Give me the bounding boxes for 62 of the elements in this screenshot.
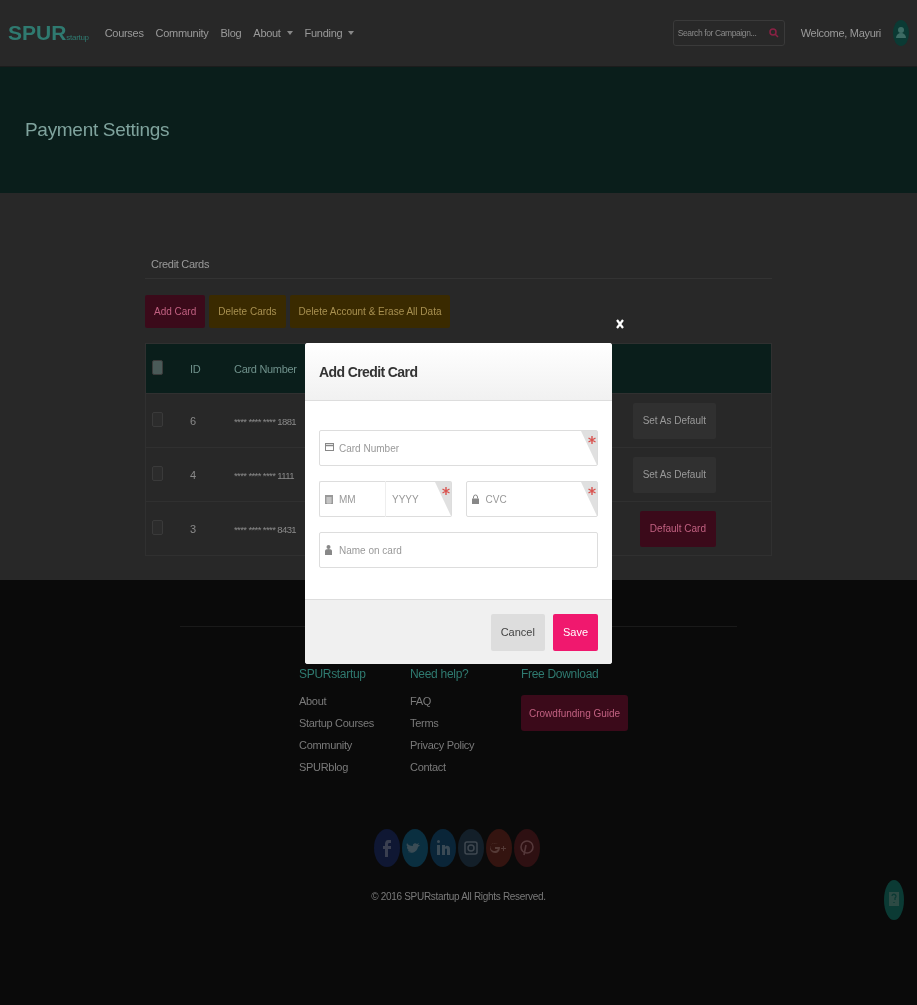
footer-link[interactable]: Terms (410, 717, 439, 729)
nav-link[interactable]: Funding (304, 27, 355, 39)
table-cell: 4 (190, 468, 196, 481)
card-number-field[interactable]: Card Number (319, 430, 598, 466)
guide-button[interactable]: Crowdfunding Guide (521, 695, 629, 731)
default-button[interactable]: Set As Default (632, 456, 716, 493)
footer-link[interactable]: Privacy Policy (410, 739, 475, 751)
close-icon[interactable] (616, 319, 624, 329)
facebook-icon[interactable] (373, 829, 400, 867)
welcome-text[interactable]: Welcome, Mayuri (800, 27, 881, 39)
year-field[interactable]: YYYY (385, 481, 452, 517)
checkbox[interactable] (152, 360, 163, 375)
copyright-text: © 2016 SPURstartup All Rights Reserved. (370, 891, 547, 902)
help-icon[interactable] (884, 880, 904, 920)
table-cell: **** **** **** 8431 (234, 523, 297, 535)
cvc-field[interactable]: CVC (465, 481, 598, 517)
caret-icon (348, 31, 355, 35)
action-button[interactable]: Delete Account & Erase All Data (289, 295, 451, 328)
footer-link[interactable]: FAQ (410, 695, 432, 707)
search-icon[interactable] (768, 28, 779, 38)
modal-title: Add Credit Card (319, 363, 418, 380)
footer-link[interactable]: About (299, 695, 327, 707)
twitter-icon[interactable] (401, 829, 428, 867)
table-cell: **** **** **** 1881 (234, 415, 297, 427)
action-button[interactable]: Delete Cards (209, 295, 286, 328)
table-cell: 6 (190, 414, 196, 427)
footer-heading: Need help? (410, 667, 469, 681)
action-button[interactable]: Add Card (145, 295, 206, 328)
section-tab[interactable]: Credit Cards (151, 258, 210, 270)
footer-heading: SPURstartup (299, 667, 366, 681)
linkedin-icon[interactable] (429, 829, 456, 867)
pinterest-icon[interactable] (513, 829, 540, 867)
footer-link[interactable]: Contact (410, 761, 446, 773)
lock-icon (471, 494, 479, 504)
calendar-icon (325, 494, 333, 504)
name-field[interactable]: Name on card (319, 532, 598, 568)
avatar-icon[interactable] (893, 20, 909, 46)
search-field[interactable]: Search for Campaign... (672, 20, 785, 46)
nav-link[interactable]: Blog (220, 27, 242, 39)
default-button[interactable]: Default Card (639, 510, 716, 547)
person-icon (325, 545, 332, 555)
cancel-button[interactable]: Cancel (490, 613, 545, 651)
save-button[interactable]: Save (552, 613, 598, 651)
column-header: Card Number (234, 362, 297, 375)
nav-link[interactable]: Community (155, 27, 209, 39)
page-title: Payment Settings (25, 119, 170, 141)
logo[interactable]: SPURstartup (8, 21, 89, 45)
default-button[interactable]: Set As Default (632, 402, 716, 439)
footer-link[interactable]: Community (299, 739, 352, 751)
table-cell: **** **** **** 1111 (234, 469, 294, 481)
google-plus-icon[interactable] (485, 829, 512, 867)
nav-link[interactable]: About (253, 27, 293, 39)
table-cell: 3 (190, 522, 196, 535)
card-icon (325, 443, 334, 451)
caret-icon (286, 31, 293, 35)
month-field[interactable]: MM (319, 481, 385, 517)
column-header: ID (190, 362, 201, 375)
footer-link[interactable]: SPURblog (299, 761, 348, 773)
footer-heading: Free Download (521, 667, 599, 681)
nav-link[interactable]: Courses (104, 27, 144, 39)
instagram-icon[interactable] (457, 829, 484, 867)
footer-link[interactable]: Startup Courses (299, 717, 374, 729)
